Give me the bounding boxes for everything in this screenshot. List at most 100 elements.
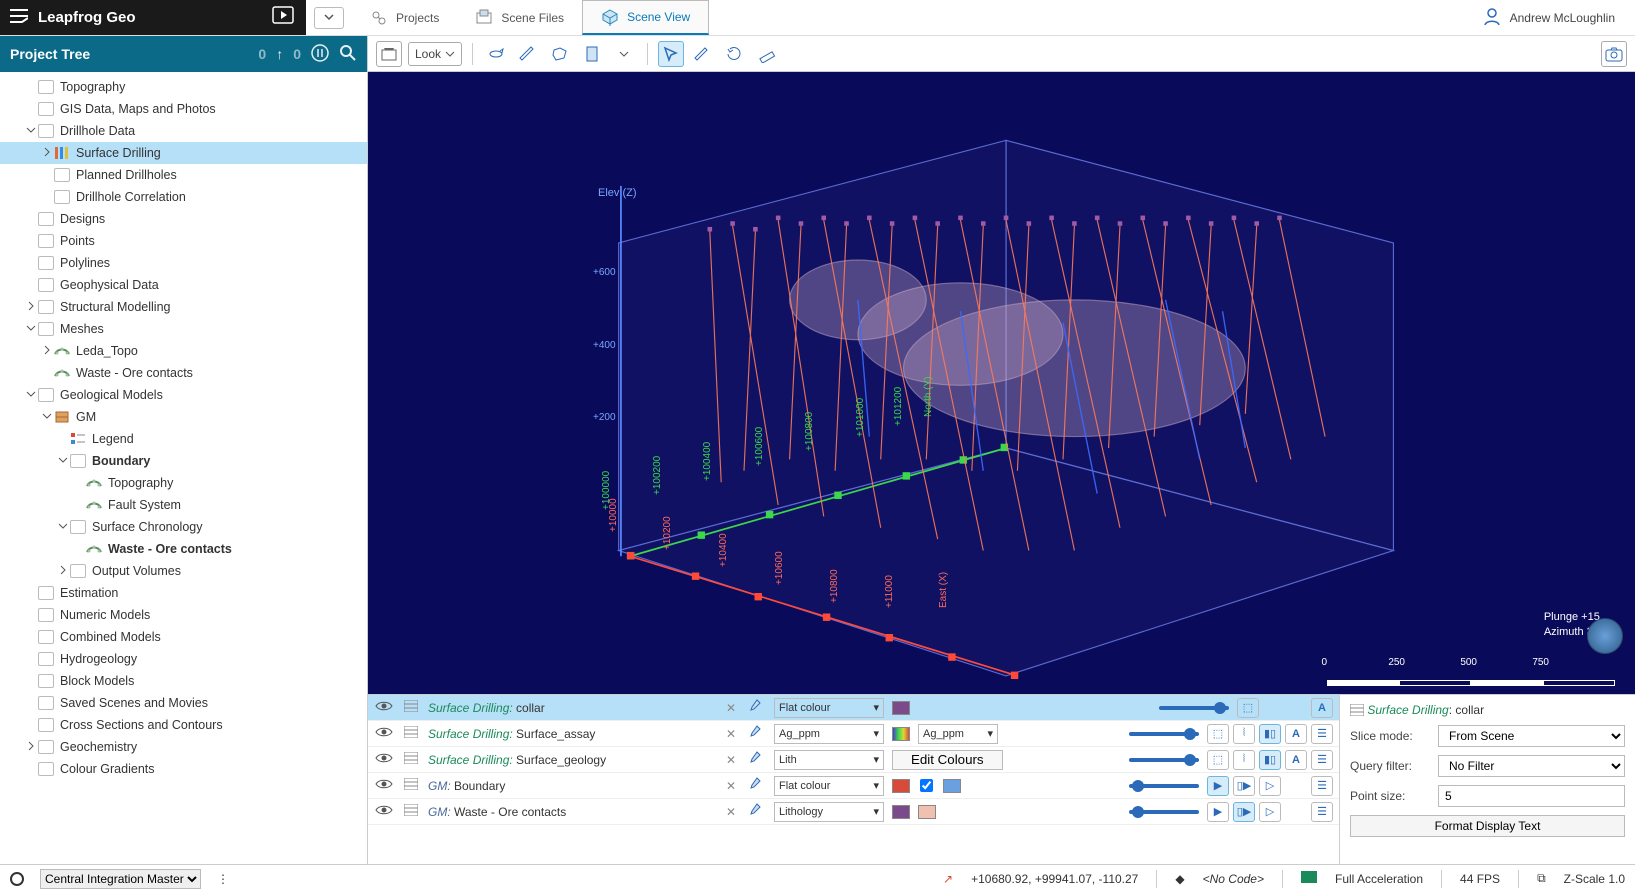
layer-opt-button[interactable]: ⦚ <box>1233 750 1255 770</box>
tree-caret-icon[interactable] <box>24 301 38 314</box>
tree-caret-icon[interactable] <box>40 147 54 160</box>
tool-measure-button[interactable] <box>754 41 780 67</box>
visibility-toggle-icon[interactable] <box>374 752 394 767</box>
tree-item-geological-models[interactable]: Geological Models <box>0 384 367 406</box>
colour-mode-select[interactable]: Lith▾ <box>774 750 884 770</box>
menu-icon[interactable] <box>10 9 28 27</box>
remove-layer-icon[interactable]: ✕ <box>726 805 742 819</box>
slice-mode-select[interactable]: From Scene <box>1438 725 1625 747</box>
tree-item-colour-gradients[interactable]: Colour Gradients <box>0 758 367 780</box>
tree-item-topography[interactable]: Topography <box>0 76 367 98</box>
tree-caret-icon[interactable] <box>24 323 38 336</box>
opacity-slider[interactable] <box>1159 706 1229 710</box>
layer-opt-button[interactable]: ⦚ <box>1233 724 1255 744</box>
layer-legend-button[interactable]: ☰ <box>1311 776 1333 796</box>
layer-row[interactable]: GM: Waste - Ore contacts✕Lithology▾▶▯▶▷☰ <box>368 799 1339 825</box>
colour-mode-select[interactable]: Lithology▾ <box>774 802 884 822</box>
tree-item-surface-drilling[interactable]: Surface Drilling <box>0 142 367 164</box>
layer-legend-button[interactable]: ☰ <box>1311 750 1333 770</box>
layer-wire-button[interactable]: ▯▶ <box>1233 802 1255 822</box>
tree-item-gis-data-maps-and-photos[interactable]: GIS Data, Maps and Photos <box>0 98 367 120</box>
tool-select-button[interactable] <box>658 41 684 67</box>
layer-row[interactable]: GM: Boundary✕Flat colour▾▶▯▶▷☰ <box>368 773 1339 799</box>
tab-scene-view[interactable]: Scene View <box>582 0 709 35</box>
tree-item-waste-ore-contacts[interactable]: Waste - Ore contacts <box>0 362 367 384</box>
tool-draw-button[interactable] <box>515 41 541 67</box>
remove-layer-icon[interactable]: ✕ <box>726 779 742 793</box>
tool-orbit-button[interactable] <box>483 41 509 67</box>
tree-item-leda-topo[interactable]: Leda_Topo <box>0 340 367 362</box>
tree-item-legend[interactable]: Legend <box>0 428 367 450</box>
layer-wire-button[interactable]: ▯▶ <box>1233 776 1255 796</box>
remove-layer-icon[interactable]: ✕ <box>726 727 742 741</box>
central-status-icon[interactable] <box>10 872 24 886</box>
tree-item-designs[interactable]: Designs <box>0 208 367 230</box>
scene-viewport[interactable]: Elev (Z) +600 +400 +200 +100000 +100200 … <box>368 72 1635 694</box>
tree-item-geochemistry[interactable]: Geochemistry <box>0 736 367 758</box>
tree-caret-icon[interactable] <box>24 389 38 402</box>
layer-play-button[interactable]: ▶ <box>1207 802 1229 822</box>
opacity-slider[interactable] <box>1129 810 1199 814</box>
tree-item-block-models[interactable]: Block Models <box>0 670 367 692</box>
recent-dropdown[interactable] <box>314 7 344 29</box>
tree-caret-icon[interactable] <box>24 125 38 138</box>
tree-pause-icon[interactable] <box>311 44 329 65</box>
colour-mode-icon[interactable] <box>750 777 766 794</box>
tree-item-boundary[interactable]: Boundary <box>0 450 367 472</box>
layer-row[interactable]: Surface Drilling: Surface_assay✕Ag_ppm▾A… <box>368 721 1339 747</box>
tree-caret-icon[interactable] <box>56 565 70 578</box>
zscale-icon[interactable]: ⧉ <box>1537 871 1546 886</box>
tree-item-points[interactable]: Points <box>0 230 367 252</box>
layer-label-button[interactable]: A <box>1311 698 1333 718</box>
tree-item-meshes[interactable]: Meshes <box>0 318 367 340</box>
tree-item-polylines[interactable]: Polylines <box>0 252 367 274</box>
look-dropdown[interactable]: Look <box>408 42 462 66</box>
colour-mode-select[interactable]: Flat colour▾ <box>774 698 884 718</box>
colour-mode-select[interactable]: Ag_ppm▾ <box>774 724 884 744</box>
point-size-input[interactable] <box>1438 785 1625 807</box>
opacity-slider[interactable] <box>1129 784 1199 788</box>
layer-legend-button[interactable]: ☰ <box>1311 802 1333 822</box>
colour-mode-select[interactable]: Flat colour▾ <box>774 776 884 796</box>
tree-item-numeric-models[interactable]: Numeric Models <box>0 604 367 626</box>
tree-item-saved-scenes-and-movies[interactable]: Saved Scenes and Movies <box>0 692 367 714</box>
layer-interval-button[interactable]: ▮▯ <box>1259 750 1281 770</box>
tab-scene-files[interactable]: Scene Files <box>457 0 582 35</box>
tree-item-planned-drillholes[interactable]: Planned Drillholes <box>0 164 367 186</box>
tree-item-combined-models[interactable]: Combined Models <box>0 626 367 648</box>
layer-label-button[interactable]: A <box>1285 724 1307 744</box>
screenshot-button[interactable] <box>1601 41 1627 67</box>
tool-rotate-button[interactable] <box>722 41 748 67</box>
layer-play-button[interactable]: ▶ <box>1207 776 1229 796</box>
tree-item-drillhole-correlation[interactable]: Drillhole Correlation <box>0 186 367 208</box>
tool-lasso-button[interactable] <box>547 41 573 67</box>
tree-caret-icon[interactable] <box>40 345 54 358</box>
layer-opt-button[interactable]: ⬚ <box>1207 750 1229 770</box>
tree-caret-icon[interactable] <box>56 521 70 534</box>
visibility-toggle-icon[interactable] <box>374 804 394 819</box>
colour-mode-icon[interactable] <box>750 751 766 768</box>
layer-attr-select[interactable]: Ag_ppm▾ <box>918 724 998 744</box>
visibility-toggle-icon[interactable] <box>374 778 394 793</box>
opacity-slider[interactable] <box>1129 732 1199 736</box>
visibility-toggle-icon[interactable] <box>374 700 394 715</box>
tree-item-cross-sections-and-contours[interactable]: Cross Sections and Contours <box>0 714 367 736</box>
layer-outline-button[interactable]: ▷ <box>1259 802 1281 822</box>
colour-mode-icon[interactable] <box>750 803 766 820</box>
tree-item-output-volumes[interactable]: Output Volumes <box>0 560 367 582</box>
visibility-toggle-icon[interactable] <box>374 726 394 741</box>
layer-younger-checkbox[interactable] <box>920 779 933 792</box>
tree-item-topography[interactable]: Topography <box>0 472 367 494</box>
layer-interval-button[interactable]: ▮▯ <box>1259 724 1281 744</box>
edit-colours-button[interactable]: Edit Colours <box>892 750 1003 770</box>
compass-icon[interactable] <box>1587 618 1623 654</box>
layer-opt-button[interactable]: ⬚ <box>1207 724 1229 744</box>
layer-outline-button[interactable]: ▷ <box>1259 776 1281 796</box>
tool-plane-button[interactable] <box>579 41 605 67</box>
opacity-slider[interactable] <box>1129 758 1199 762</box>
clear-scene-button[interactable] <box>376 41 402 67</box>
layer-label-button[interactable]: A <box>1285 750 1307 770</box>
tree-item-geophysical-data[interactable]: Geophysical Data <box>0 274 367 296</box>
tree-item-gm[interactable]: GM <box>0 406 367 428</box>
layer-opt-button[interactable]: ⬚ <box>1237 698 1259 718</box>
